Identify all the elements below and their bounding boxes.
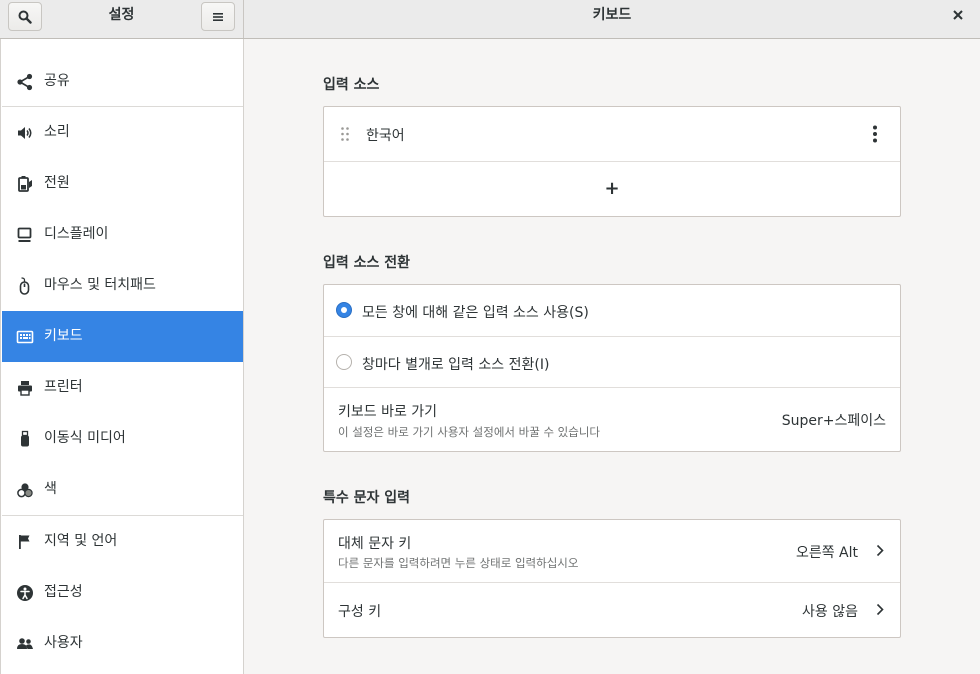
sidebar-item-power[interactable]: 전원 <box>2 158 244 209</box>
input-sources-list: 한국어 + <box>323 106 901 217</box>
sidebar-item-label: 소리 <box>44 124 70 140</box>
sidebar-item-label: 접근성 <box>44 584 83 600</box>
search-button[interactable] <box>8 2 42 31</box>
keyboard-icon <box>16 330 34 344</box>
special-chars-list: 대체 문자 키 다른 문자를 입력하려면 누른 상태로 입력하십시오 오른쪽 A… <box>323 519 901 638</box>
special-chars-title: 특수 문자 입력 <box>323 490 411 506</box>
close-button[interactable] <box>950 6 966 24</box>
menu-button[interactable] <box>201 2 235 31</box>
color-icon <box>17 483 33 498</box>
compose-key-value: 사용 않음 <box>802 604 858 620</box>
sidebar-item-label: 색 <box>44 481 57 497</box>
sidebar: 공유 소리 전원 디스플레이 마우스 및 터치패드 키보드 프린터 이동식 미디… <box>0 39 244 674</box>
sidebar-header: 설정 <box>0 0 243 38</box>
sidebar-item-label: 이동식 미디어 <box>44 430 126 446</box>
header-bar: 설정 키보드 <box>0 0 980 39</box>
search-icon <box>18 10 32 24</box>
sidebar-title: 설정 <box>108 7 135 23</box>
sidebar-item-label: 디스플레이 <box>44 226 109 242</box>
sidebar-item-mouse[interactable]: 마우스 및 터치패드 <box>2 260 244 311</box>
sidebar-item-label: 전원 <box>44 175 70 191</box>
sidebar-item-users[interactable]: 사용자 <box>2 618 244 669</box>
alt-key-value: 오른쪽 Alt <box>795 545 858 561</box>
keyboard-shortcut-row[interactable]: 키보드 바로 가기 이 설정은 바로 가기 사용자 설정에서 바꿀 수 있습니다… <box>324 388 900 451</box>
mouse-icon <box>19 277 30 295</box>
alt-key-hint: 다른 문자를 입력하려면 누른 상태로 입력하십시오 <box>338 556 579 570</box>
usb-media-icon <box>21 430 29 447</box>
sidebar-item-printers[interactable]: 프린터 <box>2 362 244 413</box>
display-icon <box>17 227 32 242</box>
same-source-option-row[interactable]: 모든 창에 대해 같은 입력 소스 사용(S) <box>324 285 900 336</box>
sidebar-item-label: 사용자 <box>44 635 83 651</box>
page-title: 키보드 <box>592 7 632 23</box>
sidebar-item-label: 마우스 및 터치패드 <box>44 277 156 293</box>
flag-icon <box>19 535 30 549</box>
sidebar-item-label: 프린터 <box>44 379 83 395</box>
more-options-icon[interactable] <box>872 125 878 143</box>
accessibility-icon <box>17 585 33 601</box>
add-input-source-button[interactable]: + <box>324 162 900 216</box>
per-window-radio[interactable] <box>336 354 352 370</box>
hamburger-menu-icon <box>213 12 223 21</box>
shortcut-label: 키보드 바로 가기 <box>338 404 438 420</box>
input-source-row[interactable]: 한국어 <box>324 107 900 161</box>
sidebar-item-label: 키보드 <box>44 328 83 344</box>
sidebar-item-removable-media[interactable]: 이동식 미디어 <box>2 413 244 464</box>
share-icon <box>17 73 33 91</box>
speaker-icon <box>18 127 32 139</box>
per-window-option-row[interactable]: 창마다 별개로 입력 소스 전환(I) <box>324 337 900 387</box>
drag-handle-icon[interactable] <box>340 126 350 142</box>
input-source-label: 한국어 <box>366 128 405 144</box>
sidebar-item-label: 지역 및 언어 <box>44 533 118 549</box>
sidebar-item-label: 공유 <box>44 73 70 89</box>
sidebar-item-region-language[interactable]: 지역 및 언어 <box>2 516 244 567</box>
input-switching-title: 입력 소스 전환 <box>323 255 411 271</box>
alt-key-label: 대체 문자 키 <box>338 536 412 552</box>
input-sources-title: 입력 소스 <box>323 77 380 93</box>
users-icon <box>17 638 33 649</box>
compose-key-label: 구성 키 <box>338 604 382 620</box>
alt-key-row[interactable]: 대체 문자 키 다른 문자를 입력하려면 누른 상태로 입력하십시오 오른쪽 A… <box>324 520 900 582</box>
sidebar-item-sharing[interactable]: 공유 <box>2 56 244 107</box>
sidebar-item-color[interactable]: 색 <box>2 464 244 515</box>
sidebar-item-sound[interactable]: 소리 <box>2 107 244 158</box>
add-icon: + <box>604 178 620 199</box>
sidebar-item-display[interactable]: 디스플레이 <box>2 209 244 260</box>
printer-icon <box>18 381 32 396</box>
sidebar-border <box>243 39 244 674</box>
input-switching-list: 모든 창에 대해 같은 입력 소스 사용(S) 창마다 별개로 입력 소스 전환… <box>323 284 901 452</box>
close-icon <box>953 10 963 20</box>
battery-icon <box>18 176 32 192</box>
sidebar-item-accessibility[interactable]: 접근성 <box>2 567 244 618</box>
shortcut-hint: 이 설정은 바로 가기 사용자 설정에서 바꿀 수 있습니다 <box>338 425 601 439</box>
shortcut-value: Super+스페이스 <box>781 413 886 429</box>
chevron-right-icon <box>876 544 884 557</box>
chevron-right-icon <box>876 603 884 616</box>
compose-key-row[interactable]: 구성 키 사용 않음 <box>324 583 900 637</box>
per-window-label: 창마다 별개로 입력 소스 전환(I) <box>362 357 550 373</box>
sidebar-item-keyboard[interactable]: 키보드 <box>2 311 244 362</box>
same-source-radio[interactable] <box>336 302 352 318</box>
same-source-label: 모든 창에 대해 같은 입력 소스 사용(S) <box>362 305 589 321</box>
